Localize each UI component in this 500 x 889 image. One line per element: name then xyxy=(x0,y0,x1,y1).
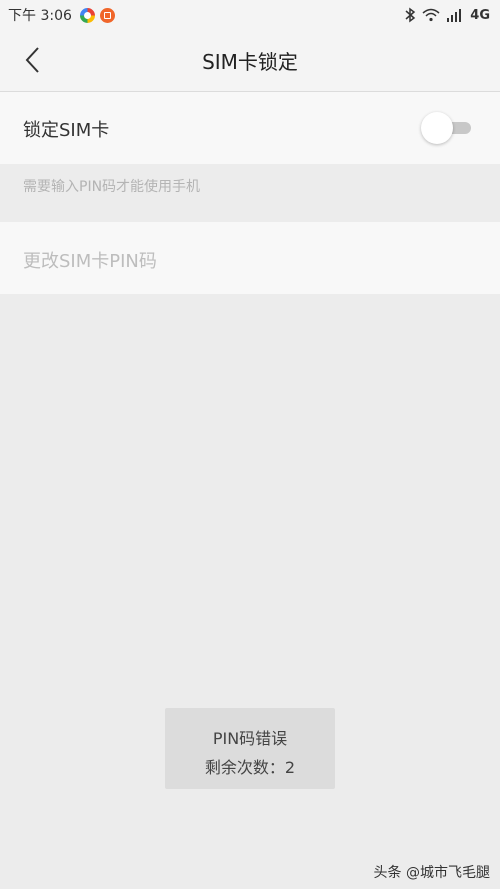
toast-remaining-attempts: 剩余次数：2 xyxy=(204,758,296,777)
wifi-icon xyxy=(422,8,440,22)
error-toast: PIN码错误 剩余次数：2 xyxy=(165,708,335,789)
status-time: 下午 3:06 xyxy=(8,8,72,24)
lock-sim-label: 锁定SIM卡 xyxy=(23,120,110,141)
app-notification-icon xyxy=(79,7,95,23)
bluetooth-icon xyxy=(405,7,416,23)
page-title: SIM卡锁定 xyxy=(202,50,298,74)
signal-icon xyxy=(447,9,462,22)
lock-sim-toggle[interactable] xyxy=(421,112,473,144)
toggle-knob xyxy=(421,112,453,144)
title-bar: SIM卡锁定 xyxy=(0,30,500,92)
status-right: 4G xyxy=(404,0,490,30)
lock-sim-helper-text: 需要输入PIN码才能使用手机 xyxy=(23,179,201,195)
watermark: 头条 @城市飞毛腿 xyxy=(373,865,490,881)
status-bar: 下午 3:06 4G xyxy=(0,0,500,30)
status-left: 下午 3:06 xyxy=(0,5,120,25)
change-pin-row: 更改SIM卡PIN码 xyxy=(0,222,500,294)
toast-error-message: PIN码错误 xyxy=(212,729,288,748)
app-notification-icon-orange xyxy=(99,7,115,23)
network-type-label: 4G xyxy=(470,7,490,23)
change-pin-label: 更改SIM卡PIN码 xyxy=(23,251,157,272)
